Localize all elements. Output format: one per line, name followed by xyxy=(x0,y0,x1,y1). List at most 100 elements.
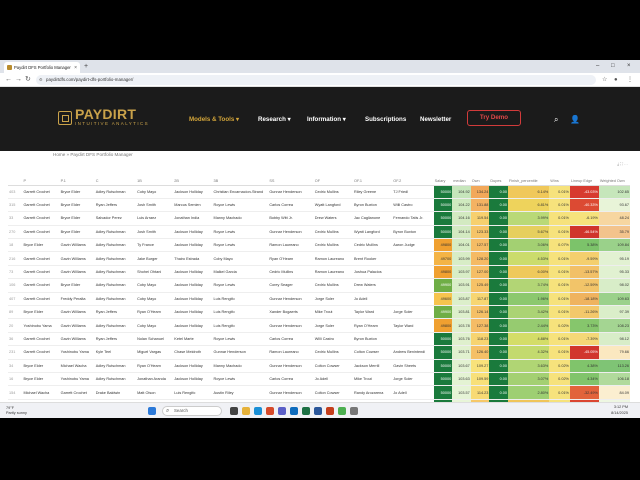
account-icon[interactable]: 👤 xyxy=(570,115,580,124)
maximize-icon[interactable]: □ xyxy=(611,61,615,71)
player-cell: Jake Burger xyxy=(136,251,174,266)
player-cell: Coby Mayo xyxy=(212,251,269,266)
reload-icon[interactable]: ↻ xyxy=(25,75,31,85)
column-header[interactable]: 3B xyxy=(212,177,269,186)
column-header[interactable]: C xyxy=(94,177,137,186)
browser-tab-strip: Paydirt DFS Portfolio Manager × + – □ × xyxy=(0,60,640,73)
player-cell: Yoshinobu Yama xyxy=(59,372,95,387)
menu-newsletter[interactable]: Newsletter xyxy=(420,116,451,123)
player-cell: Coby Mayo xyxy=(136,318,174,333)
window-close-icon[interactable]: × xyxy=(627,61,631,71)
system-clock[interactable]: 3:12 PM 8/14/2025 xyxy=(611,405,628,416)
column-header[interactable]: OF xyxy=(313,177,354,186)
menu-subscriptions[interactable]: Subscriptions xyxy=(365,116,406,123)
edge-icon[interactable] xyxy=(254,407,262,415)
row-index-cell: 154 xyxy=(8,385,23,400)
weighted-own-cell: 48.24 xyxy=(598,211,630,226)
table-row[interactable]: 34 Bryce Elder Michael Wacha Adley Rutschma… xyxy=(8,359,630,373)
column-header[interactable] xyxy=(8,177,23,186)
column-header[interactable]: Own xyxy=(470,177,490,186)
player-cell: Austin Riley xyxy=(212,385,269,400)
weighted-own-cell: 93.67 xyxy=(598,198,630,213)
table-row[interactable]: 403 Garrett Crochet Bryce Elder Adley Rutsc… xyxy=(8,185,630,199)
file-explorer-icon[interactable] xyxy=(242,407,250,415)
search-icon[interactable]: ⌕ xyxy=(554,115,558,125)
column-header[interactable]: P xyxy=(22,177,60,186)
back-icon[interactable]: ← xyxy=(5,75,12,85)
finish-percentile-cell: 3.63% xyxy=(507,359,550,373)
table-toolbar-icons[interactable]: ⤓ ⛶ ⋯ xyxy=(617,161,628,166)
table-row[interactable]: 407 Garrett Crochet Freddy Peralta Adley Ru… xyxy=(8,292,630,307)
lineup-edge-cell: -7.39% xyxy=(569,332,599,347)
column-header[interactable]: Salary xyxy=(433,177,453,186)
player-cell: Byron Buxton xyxy=(392,225,434,240)
table-row[interactable]: 270 Garrett Crochet Bryce Elder Adley Rutsc… xyxy=(8,225,630,240)
menu-models-tools[interactable]: Models & Tools ▾ xyxy=(189,116,239,123)
logo-tagline: INTUITIVE ANALYTICS xyxy=(75,121,150,126)
column-header[interactable]: OF.2 xyxy=(392,177,434,186)
powerpoint-icon[interactable] xyxy=(326,407,334,415)
weather-widget[interactable]: 79°F Partly sunny xyxy=(6,406,27,416)
excel-icon[interactable] xyxy=(302,407,310,415)
table-row[interactable]: 106 Garrett Crochet Bryce Elder Adley Rutsc… xyxy=(8,278,630,293)
column-header[interactable]: Wins xyxy=(549,177,570,186)
office-icon[interactable] xyxy=(266,407,274,415)
table-row[interactable]: 216 Garrett Crochet Gavin Williams Adley Ru… xyxy=(8,251,630,266)
menu-information[interactable]: Information ▾ xyxy=(307,116,346,123)
profile-icon[interactable]: ● xyxy=(614,75,618,85)
salary-cell: 50000 xyxy=(433,372,453,387)
site-info-icon[interactable]: ⚙ xyxy=(39,75,43,85)
column-header[interactable]: median xyxy=(452,177,471,186)
forward-icon[interactable]: → xyxy=(15,75,22,85)
wins-cell: 0.01% xyxy=(549,185,570,199)
column-header[interactable]: Weighted Own xyxy=(598,177,630,186)
column-header[interactable]: Finish_percentile xyxy=(507,177,550,186)
outlook-icon[interactable] xyxy=(290,407,298,415)
table-row[interactable]: 315 Garrett Crochet Bryce Elder Ryan Jeffer… xyxy=(8,198,630,213)
settings-icon[interactable] xyxy=(350,407,358,415)
player-cell: Cedric Mullins xyxy=(313,225,354,240)
player-cell: Nolan Schanuel xyxy=(136,332,174,347)
paydirt-logo[interactable]: PAYDIRT INTUITIVE ANALYTICS xyxy=(58,107,150,127)
try-demo-button[interactable]: Try Demo xyxy=(467,110,521,126)
column-header[interactable]: Dupes xyxy=(489,177,508,186)
menu-research[interactable]: Research ▾ xyxy=(258,116,291,123)
table-row[interactable]: 154 Michael Wacha Garrett Crochet Drake Bal… xyxy=(8,385,630,400)
player-cell: Chase Meidroth xyxy=(173,345,213,360)
table-row[interactable]: 33 Garrett Crochet Bryce Elder Salvador Per… xyxy=(8,211,630,226)
table-row[interactable]: 16 Bryce Elder Yoshinobu Yama Adley Rutschm… xyxy=(8,372,630,387)
player-cell: Luis Rengifo xyxy=(212,318,269,333)
player-cell: Cedric Mullins xyxy=(268,265,314,280)
column-header[interactable]: 2B xyxy=(173,177,213,186)
chrome-icon[interactable] xyxy=(338,407,346,415)
column-header[interactable]: SS xyxy=(268,177,314,186)
start-icon[interactable] xyxy=(148,407,156,415)
table-row[interactable]: 73 Garrett Crochet Gavin Williams Adley Rut… xyxy=(8,265,630,280)
column-header[interactable]: OF.1 xyxy=(353,177,393,186)
minimize-icon[interactable]: – xyxy=(596,61,599,71)
table-row[interactable]: 18 Bryce Elder Gavin Williams Adley Rutschm… xyxy=(8,238,630,253)
wins-cell: 0.01% xyxy=(549,292,570,307)
task-view-icon[interactable] xyxy=(230,407,238,415)
word-icon[interactable] xyxy=(314,407,322,415)
close-tab-icon[interactable]: × xyxy=(74,65,77,71)
table-row[interactable]: 231 Garrett Crochet Yoshinobu Yama Kyle Tee… xyxy=(8,345,630,360)
column-header[interactable]: P.1 xyxy=(59,177,95,186)
table-row[interactable]: 20 Yoshinobu Yama Gavin Williams Adley Ruts… xyxy=(8,318,630,333)
column-header[interactable]: 1B xyxy=(136,177,174,186)
table-row[interactable]: 36 Garrett Crochet Gavin Williams Ryan Jeff… xyxy=(8,332,630,347)
browser-menu-icon[interactable]: ⋮ xyxy=(627,75,633,85)
lineup-edge-cell: 4.38% xyxy=(569,359,599,373)
teams-icon[interactable] xyxy=(278,407,286,415)
url-field[interactable]: ⚙ paydirtdfs.com/paydirt-dfs-portfolio-m… xyxy=(36,75,596,85)
player-cell: Matt Olson xyxy=(136,385,174,400)
new-tab-icon[interactable]: + xyxy=(84,62,88,71)
table-row[interactable]: 89 Bryce Elder Gavin Williams Ryan Jeffers R… xyxy=(8,305,630,320)
column-header[interactable]: Lineup Edge xyxy=(569,177,599,186)
bookmark-star-icon[interactable]: ☆ xyxy=(602,75,607,85)
player-cell: Drew Waters xyxy=(353,278,393,293)
browser-tab[interactable]: Paydirt DFS Portfolio Manager × xyxy=(4,62,80,73)
taskbar-search[interactable]: Search xyxy=(162,406,222,416)
player-cell: Jackson Holliday xyxy=(173,372,213,387)
finish-percentile-cell: 3.42% xyxy=(507,305,550,320)
